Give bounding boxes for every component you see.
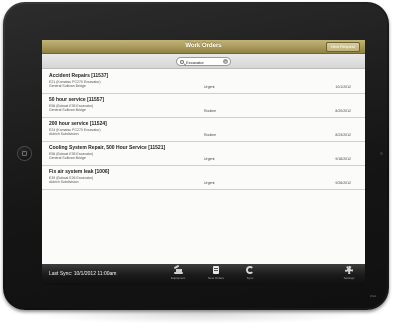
- search-field[interactable]: ×: [176, 57, 231, 66]
- new-order-icon: [211, 266, 221, 275]
- work-order-title: 50 hour service [11557]: [49, 97, 105, 103]
- work-order-title: Accident Repairs [11537]: [49, 73, 109, 79]
- tab-label: Sync: [246, 276, 254, 280]
- work-order-date: 9/26/2012: [335, 181, 351, 185]
- work-order-date: 10/1/2012: [335, 85, 351, 89]
- work-order-title: Cooling System Repair, 500 Hour Service …: [49, 145, 166, 151]
- work-order-location: General Sullivan Bridge: [49, 108, 86, 112]
- home-button[interactable]: [17, 146, 32, 161]
- work-order-location: General Sullivan Bridge: [49, 156, 86, 160]
- work-order-row[interactable]: 50 hour service [11557] E56 (Bobcat E35 …: [42, 94, 365, 118]
- work-order-priority: Urgent: [204, 85, 215, 89]
- work-order-row[interactable]: Accident Repairs [11537] E21 (Komatsu PC…: [42, 70, 365, 94]
- work-order-location: Aldrich Subdivision: [49, 132, 79, 136]
- work-order-priority: Routine: [204, 109, 217, 113]
- search-input[interactable]: [186, 59, 222, 65]
- work-order-row[interactable]: Cooling System Repair, 500 Hour Service …: [42, 142, 365, 166]
- gear-icon: [344, 266, 354, 275]
- page-title: Work Orders: [185, 43, 222, 49]
- work-order-priority: Routine: [204, 133, 217, 137]
- work-order-date: 8/23/2012: [335, 133, 351, 137]
- work-order-priority: Urgent: [204, 157, 215, 161]
- work-order-priority: Urgent: [204, 181, 215, 185]
- search-icon: [180, 60, 184, 64]
- work-order-row[interactable]: 200 hour service [11524] E24 (Komatsu PC…: [42, 118, 365, 142]
- navigation-bar: Work Orders New Request: [42, 40, 365, 54]
- work-order-title: 200 hour service [11524]: [49, 121, 107, 127]
- tab-new-orders[interactable]: New Orders: [201, 266, 231, 284]
- tab-bar: Last Sync: 10/1/2012 11:00am Equipment N…: [42, 264, 365, 285]
- work-order-location: General Sullivan Bridge: [49, 84, 86, 88]
- tab-settings[interactable]: Settings: [334, 266, 364, 284]
- home-square-icon: [22, 151, 27, 156]
- sync-icon: [245, 266, 255, 275]
- app-screen: Work Orders New Request × Accident Repai…: [42, 40, 365, 285]
- work-order-location: Aldrich Subdivision: [49, 180, 79, 184]
- device-label: iPad: [370, 294, 377, 298]
- tab-label: New Orders: [207, 276, 224, 280]
- ipad-device: iPad Work Orders New Request × Accident …: [3, 2, 389, 310]
- work-order-list: Accident Repairs [11537] E21 (Komatsu PC…: [42, 70, 365, 190]
- last-sync-status: Last Sync: 10/1/2012 11:00am: [49, 271, 117, 277]
- work-order-date: 9/18/2012: [335, 157, 351, 161]
- work-order-title: Fix air system leak [1006]: [49, 169, 110, 175]
- work-order-row[interactable]: Fix air system leak [1006] E39 (Bobcat E…: [42, 166, 365, 190]
- tab-label: Equipment: [170, 276, 186, 280]
- new-request-button[interactable]: New Request: [325, 42, 360, 52]
- clear-search-icon[interactable]: ×: [223, 59, 228, 64]
- tab-sync[interactable]: Sync: [235, 266, 265, 284]
- work-order-date: 8/20/2012: [335, 109, 351, 113]
- front-camera: [380, 152, 383, 155]
- search-bar: ×: [42, 54, 365, 69]
- tab-label: Settings: [343, 276, 355, 280]
- tab-equipment[interactable]: Equipment: [163, 264, 193, 284]
- excavator-icon: [173, 264, 183, 275]
